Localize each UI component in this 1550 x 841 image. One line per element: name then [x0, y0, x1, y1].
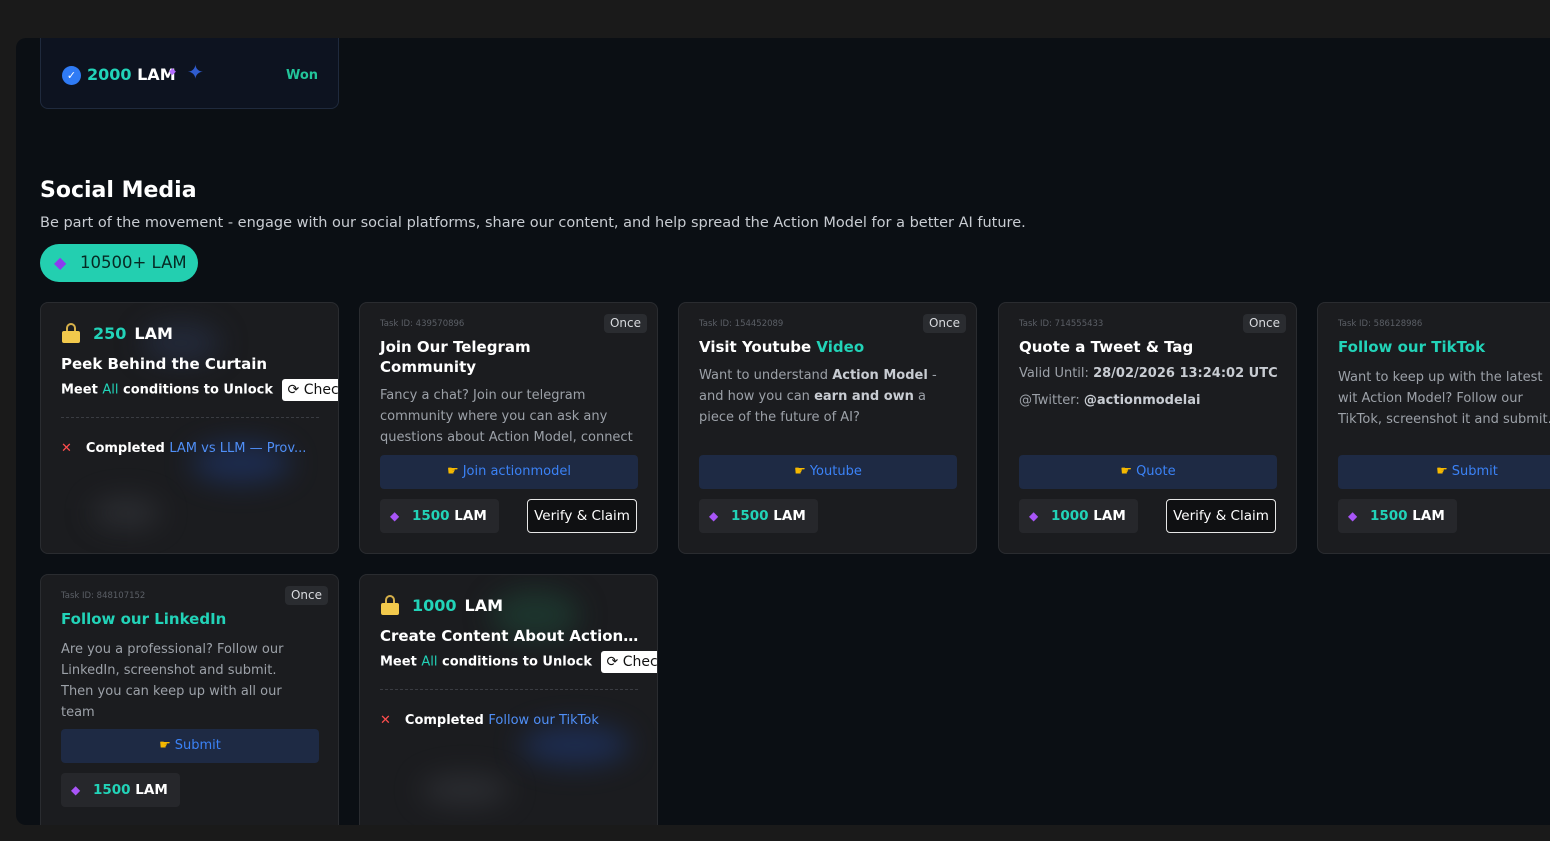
pointing-hand-icon: ☛: [447, 464, 459, 479]
task-id: Task ID: 439570896: [380, 319, 465, 329]
total-reward-pill: ◆ 10500+ LAM: [40, 244, 198, 282]
task-card-tiktok: Task ID: 586128986 Follow our TikTok Wan…: [1317, 302, 1550, 554]
task-card-linkedin: Task ID: 848107152 Once Follow our Linke…: [40, 574, 339, 825]
gem-icon: ◆: [709, 509, 719, 523]
locked-reward-amount: 250 LAM: [93, 324, 173, 343]
pointing-hand-icon: ☛: [1120, 464, 1133, 479]
task-card-youtube: Task ID: 154452089 Once Visit Youtube Vi…: [678, 302, 977, 554]
won-status: Won: [285, 68, 318, 83]
submit-button[interactable]: ☛ Submit: [1338, 455, 1550, 489]
won-amount: 2000 LAM: [87, 65, 176, 84]
twitter-handle: @Twitter: @actionmodelai: [1019, 393, 1201, 408]
reward-badge: ◆ 1500 LAM: [61, 773, 180, 807]
task-description: Want to keep up with the latest wit Acti…: [1338, 370, 1550, 427]
reward-badge: ◆ 1500 LAM: [380, 499, 499, 533]
unlock-conditions: Meet All conditions to Unlock ⟳ Check: [380, 651, 657, 673]
check-button[interactable]: ⟳ Check: [600, 651, 657, 673]
frequency-badge: Once: [1242, 314, 1286, 333]
verified-check-icon: ✓: [62, 66, 81, 85]
youtube-button[interactable]: ☛ Youtube: [699, 455, 957, 489]
gem-icon: ◆: [169, 67, 176, 77]
verify-claim-button[interactable]: Verify & Claim: [527, 499, 637, 533]
pointing-hand-icon: ☛: [1436, 464, 1448, 479]
task-id: Task ID: 586128986: [1338, 319, 1423, 329]
valid-until: Valid Until: 28/02/2026 13:24:02 UTC: [1019, 366, 1278, 381]
requirement-link[interactable]: LAM vs LLM — Prov...: [169, 441, 306, 456]
section-description: Be part of the movement - engage with ou…: [40, 215, 1026, 231]
task-description: Want to understand Action Model - and ho…: [699, 368, 937, 425]
task-title: Follow our LinkedIn: [61, 610, 227, 628]
frequency-badge: Once: [603, 314, 647, 333]
gem-icon: ◆: [1348, 509, 1358, 523]
locked-task-card: 1000LAM Create Content About Action Mod.…: [359, 574, 658, 825]
task-description: Fancy a chat? Join our telegram communit…: [380, 388, 633, 445]
gem-icon: ◆: [71, 783, 81, 797]
submit-button[interactable]: ☛ Submit: [61, 729, 319, 763]
reward-badge: ◆ 1500 LAM: [699, 499, 818, 533]
pointing-hand-icon: ☛: [794, 464, 806, 479]
requirement-item: ✕ Completed Follow our TikTok: [380, 713, 599, 728]
quote-button[interactable]: ☛ Quote: [1019, 455, 1277, 489]
task-description: Are you a professional? Follow our Linke…: [61, 642, 284, 720]
divider: [61, 417, 319, 418]
gem-icon: ◆: [1029, 509, 1039, 523]
requirement-link[interactable]: Follow our TikTok: [488, 713, 598, 728]
task-id: Task ID: 154452089: [699, 319, 784, 329]
requirement-item: ✕ Completed LAM vs LLM — Prov...: [61, 441, 307, 456]
task-id: Task ID: 714555433: [1019, 319, 1104, 329]
task-title: Peek Behind the Curtain: [61, 355, 268, 373]
divider: [380, 689, 638, 690]
won-reward-card: ✓ 2000 LAM ◆ ✦ Won: [40, 38, 339, 109]
sparkle-icon: ✦: [187, 60, 204, 84]
task-title: Follow our TikTok: [1338, 338, 1486, 356]
lock-icon: [62, 323, 80, 343]
task-card-telegram: Task ID: 439570896 Once Join Our Telegra…: [359, 302, 658, 554]
frequency-badge: Once: [284, 586, 328, 605]
reward-badge: ◆ 1000 LAM: [1019, 499, 1138, 533]
task-id: Task ID: 848107152: [61, 591, 146, 601]
cross-icon: ✕: [61, 441, 72, 456]
task-card-quote-tweet: Task ID: 714555433 Once Quote a Tweet & …: [998, 302, 1297, 554]
check-button[interactable]: ⟳ Check: [281, 379, 338, 401]
frequency-badge: Once: [922, 314, 966, 333]
section-title: Social Media: [40, 178, 197, 203]
reward-badge: ◆ 1500 LAM: [1338, 499, 1457, 533]
task-title: Quote a Tweet & Tag: [1019, 338, 1194, 356]
main-panel: ✓ 2000 LAM ◆ ✦ Won Social Media Be part …: [16, 38, 1550, 825]
join-telegram-button[interactable]: ☛ Join actionmodel: [380, 455, 638, 489]
lock-icon: [381, 595, 399, 615]
gem-icon: ◆: [390, 509, 400, 523]
verify-claim-button[interactable]: Verify & Claim: [1166, 499, 1276, 533]
cross-icon: ✕: [380, 713, 391, 728]
task-title: Join Our Telegram Community: [380, 338, 531, 376]
locked-reward-amount: 1000 LAM: [412, 596, 504, 615]
gem-icon: ◆: [54, 253, 67, 272]
task-title: Visit Youtube Video: [699, 338, 865, 356]
unlock-conditions: Meet All conditions to Unlock ⟳ Check: [61, 379, 338, 401]
task-title: Create Content About Action Mod...: [380, 627, 642, 645]
locked-task-card: 250 LAM Peek Behind the Curtain Meet All …: [40, 302, 339, 554]
pointing-hand-icon: ☛: [159, 738, 171, 753]
